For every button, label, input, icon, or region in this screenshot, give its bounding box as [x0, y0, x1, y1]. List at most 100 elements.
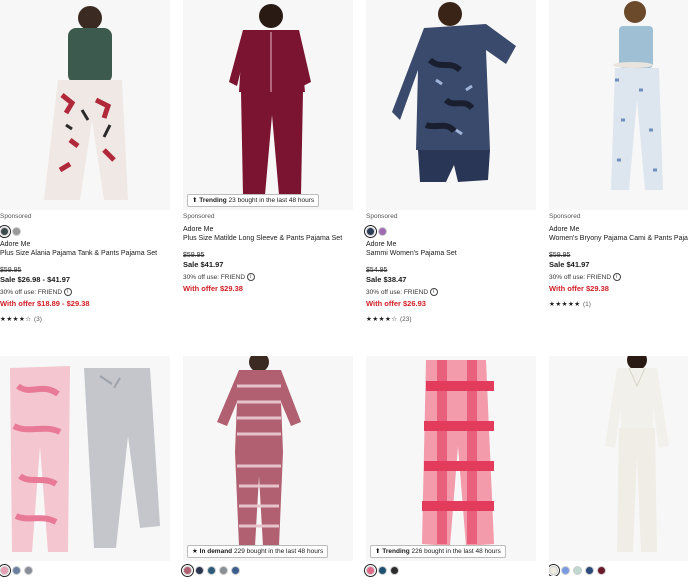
original-price: $59.95: [549, 252, 571, 259]
trending-arrow-icon: ⬆: [375, 548, 381, 555]
original-price: $59.95: [0, 267, 22, 274]
badge-text: 23 bought in the last 48 hours: [228, 197, 315, 204]
model-photo: [183, 356, 353, 561]
with-offer-price: With offer $29.38: [549, 284, 609, 293]
product-card[interactable]: ⬆ Trending 23 bought in the last 48 hour…: [183, 0, 353, 294]
color-swatches: [549, 563, 688, 576]
product-card[interactable]: Sponsored Adore Me Women's Bryony Pajama…: [549, 0, 688, 309]
product-image[interactable]: [366, 0, 536, 210]
with-offer-price: With offer $26.93: [366, 299, 426, 308]
in-demand-badge: ★ In demand 229 bought in the last 48 ho…: [187, 545, 329, 558]
badge-label: Trending: [199, 197, 227, 204]
product-title[interactable]: Sammi Women's Pajama Set: [366, 249, 536, 258]
color-swatch[interactable]: [12, 565, 21, 575]
info-icon[interactable]: i: [429, 288, 438, 297]
model-photo: [0, 356, 170, 561]
color-swatch[interactable]: [378, 226, 387, 236]
color-swatches: [0, 224, 170, 238]
badge-text: 229 bought in the last 48 hours: [233, 548, 324, 555]
trending-badge: ⬆ Trending 226 bought in the last 48 hou…: [370, 545, 506, 558]
product-image[interactable]: ⬆ Trending 23 bought in the last 48 hour…: [183, 0, 353, 210]
info-icon[interactable]: i: [63, 288, 72, 297]
trending-arrow-icon: ⬆: [192, 197, 198, 204]
color-swatch[interactable]: [390, 565, 399, 575]
product-title[interactable]: Plus Size Matilde Long Sleeve & Pants Pa…: [183, 234, 353, 243]
sale-price: Sale $26.98 - $41.97: [0, 275, 71, 284]
color-swatch[interactable]: [0, 224, 11, 238]
color-swatch[interactable]: [585, 565, 594, 575]
model-photo: [366, 0, 536, 210]
offer-text: 30% off use: FRIEND i: [366, 288, 536, 297]
rating[interactable]: ★★★★☆ (23): [366, 315, 536, 324]
info-icon[interactable]: i: [612, 273, 621, 282]
offer-text: 30% off use: FRIEND i: [183, 273, 353, 282]
star-badge-icon: ★: [192, 548, 198, 555]
sponsored-label: Sponsored: [366, 213, 398, 220]
sale-price: Sale $41.97: [549, 260, 590, 269]
sale-price: Sale $41.97: [183, 260, 224, 269]
review-count: (1): [582, 301, 591, 308]
product-card[interactable]: ★ In demand 229 bought in the last 48 ho…: [181, 356, 353, 577]
product-image[interactable]: [0, 356, 170, 561]
with-offer-price: With offer $29.38: [183, 284, 243, 293]
review-count: (23): [399, 316, 412, 323]
sponsored-label: Sponsored: [183, 213, 215, 220]
sponsored-label: Sponsored: [549, 213, 581, 220]
badge-text: 226 bought in the last 48 hours: [411, 548, 501, 555]
product-image[interactable]: ⬆ Trending 226 bought in the last 48 hou…: [366, 356, 536, 561]
with-offer-price: With offer $18.89 - $29.38: [0, 299, 90, 308]
color-swatch[interactable]: [24, 565, 33, 575]
product-card[interactable]: Sponsored Adore Me Sammi Women's Pajama …: [364, 0, 536, 324]
product-card[interactable]: [0, 356, 170, 577]
model-photo: [183, 0, 353, 210]
color-swatch[interactable]: [12, 226, 21, 236]
color-swatch[interactable]: [181, 563, 194, 577]
color-swatch[interactable]: [549, 563, 560, 576]
color-swatch[interactable]: [0, 563, 11, 577]
offer-text: 30% off use: FRIEND i: [549, 273, 688, 282]
badge-label: In demand: [199, 548, 233, 555]
color-swatch[interactable]: [364, 563, 377, 577]
product-brand[interactable]: Adore Me: [0, 240, 170, 249]
product-card[interactable]: [549, 356, 688, 576]
color-swatches: [364, 563, 536, 577]
product-brand[interactable]: Adore Me: [366, 240, 536, 249]
model-photo: [549, 0, 688, 210]
model-photo: [0, 0, 170, 210]
product-title[interactable]: Women's Bryony Pajama Cami & Pants Pajam…: [549, 234, 688, 243]
offer-code: 30% off use: FRIEND: [366, 289, 429, 296]
color-swatch[interactable]: [597, 565, 606, 575]
color-swatch[interactable]: [573, 565, 582, 575]
offer-code: 30% off use: FRIEND: [549, 274, 612, 281]
info-icon[interactable]: i: [246, 273, 255, 282]
product-image[interactable]: ★ In demand 229 bought in the last 48 ho…: [183, 356, 353, 561]
color-swatch[interactable]: [364, 224, 377, 238]
offer-code: 30% off use: FRIEND: [0, 289, 63, 296]
review-count: (3): [33, 316, 42, 323]
model-photo: [549, 356, 688, 561]
color-swatch[interactable]: [207, 565, 216, 575]
color-swatches: [181, 563, 353, 577]
color-swatch[interactable]: [561, 565, 570, 575]
star-rating-icon: ★★★★★: [549, 301, 581, 308]
product-card[interactable]: ⬆ Trending 226 bought in the last 48 hou…: [364, 356, 536, 577]
product-image[interactable]: [0, 0, 170, 210]
product-image[interactable]: [549, 0, 688, 210]
offer-code: 30% off use: FRIEND: [183, 274, 246, 281]
product-title[interactable]: Plus Size Alania Pajama Tank & Pants Paj…: [0, 249, 170, 258]
rating[interactable]: ★★★★★ (1): [549, 300, 688, 309]
original-price: $54.95: [366, 267, 388, 274]
color-swatch[interactable]: [195, 565, 204, 575]
color-swatches: [364, 224, 536, 238]
product-card[interactable]: Sponsored Adore Me Plus Size Alania Paja…: [0, 0, 170, 324]
rating[interactable]: ★★★★☆ (3): [0, 315, 170, 324]
sale-price: Sale $38.47: [366, 275, 407, 284]
color-swatch[interactable]: [378, 565, 387, 575]
badge-label: Trending: [382, 548, 410, 555]
product-brand[interactable]: Adore Me: [183, 225, 353, 234]
color-swatch[interactable]: [219, 565, 228, 575]
product-image[interactable]: [549, 356, 688, 561]
color-swatch[interactable]: [231, 565, 240, 575]
sponsored-label: Sponsored: [0, 213, 32, 220]
product-brand[interactable]: Adore Me: [549, 225, 688, 234]
